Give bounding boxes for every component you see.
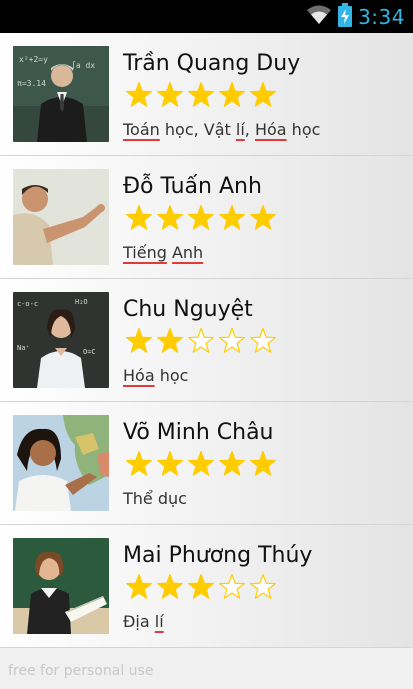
rating-stars	[125, 573, 277, 601]
rating-stars	[125, 327, 277, 355]
star-filled-icon	[126, 205, 152, 230]
star-filled-icon	[126, 82, 152, 107]
teacher-name: Đỗ Tuấn Anh	[123, 174, 262, 199]
star-filled-icon	[219, 82, 245, 107]
star-filled-icon	[157, 82, 183, 107]
subject-text-segment: Hóa	[254, 120, 287, 139]
star-filled-icon	[157, 205, 183, 230]
teacher-name: Võ Minh Châu	[123, 420, 274, 445]
subject-text-segment: học,	[159, 120, 204, 139]
status-bar: 3:34	[0, 0, 413, 33]
star-filled-icon	[188, 205, 214, 230]
teacher-row-2[interactable]: c-o-c H₂O Na⁺ O=C Chu Nguyệt Hóa học	[0, 279, 413, 402]
teacher-name: Trần Quang Duy	[123, 51, 301, 76]
subject-text-segment: Hóa	[123, 366, 155, 385]
star-empty-icon	[219, 574, 245, 599]
teacher-subjects: Toán học, Vật lí, Hóa học	[123, 120, 320, 139]
star-filled-icon	[250, 82, 276, 107]
teacher-name: Chu Nguyệt	[123, 297, 253, 322]
star-empty-icon	[188, 328, 214, 353]
teacher-photo: c-o-c H₂O Na⁺ O=C	[13, 292, 109, 388]
wifi-icon	[306, 4, 332, 30]
svg-text:Na⁺: Na⁺	[17, 344, 30, 352]
rating-stars	[125, 204, 277, 232]
subject-text-segment: Thể dục	[123, 489, 187, 508]
teacher-row-3[interactable]: Võ Minh Châu Thể dục	[0, 402, 413, 525]
teacher-list: x²+2=y ∫a dx π=3.14 Trần Quang Duy Toán …	[0, 33, 413, 648]
svg-text:c-o-c: c-o-c	[17, 300, 38, 308]
status-clock: 3:34	[358, 4, 405, 29]
star-filled-icon	[188, 451, 214, 476]
subject-text-segment: học	[154, 366, 189, 385]
star-filled-icon	[219, 205, 245, 230]
subject-text-segment: Tiếng	[123, 243, 167, 262]
subject-text-segment: lí	[154, 612, 164, 631]
battery-charging-icon	[338, 2, 353, 31]
star-empty-icon	[250, 574, 276, 599]
svg-text:H₂O: H₂O	[75, 298, 88, 306]
svg-text:x²+2=y: x²+2=y	[19, 55, 48, 64]
watermark-text: free for personal use	[8, 663, 154, 679]
teacher-photo: x²+2=y ∫a dx π=3.14	[13, 46, 109, 142]
subject-text-segment: lí	[235, 120, 245, 139]
teacher-subjects: Thể dục	[123, 489, 187, 508]
star-filled-icon	[157, 574, 183, 599]
subject-text-segment: ,	[244, 120, 255, 139]
star-filled-icon	[188, 574, 214, 599]
teacher-row-4[interactable]: Mai Phương Thúy Địa lí	[0, 525, 413, 648]
teacher-photo	[13, 169, 109, 265]
teacher-photo	[13, 415, 109, 511]
teacher-subjects: Địa lí	[123, 612, 164, 631]
svg-text:O=C: O=C	[83, 348, 96, 356]
subject-text-segment: Toán	[123, 120, 160, 139]
star-filled-icon	[126, 574, 152, 599]
teacher-name: Mai Phương Thúy	[123, 543, 313, 568]
star-filled-icon	[250, 205, 276, 230]
star-filled-icon	[250, 451, 276, 476]
subject-text-segment: Địa	[123, 612, 150, 631]
star-filled-icon	[126, 451, 152, 476]
star-empty-icon	[219, 328, 245, 353]
star-empty-icon	[250, 328, 276, 353]
teacher-photo	[13, 538, 109, 634]
star-filled-icon	[188, 82, 214, 107]
teacher-row-0[interactable]: x²+2=y ∫a dx π=3.14 Trần Quang Duy Toán …	[0, 33, 413, 156]
teacher-subjects: Tiếng Anh	[123, 243, 203, 262]
star-filled-icon	[157, 328, 183, 353]
star-filled-icon	[157, 451, 183, 476]
subject-text-segment: Anh	[171, 243, 204, 262]
star-filled-icon	[219, 451, 245, 476]
svg-text:∫a dx: ∫a dx	[71, 61, 95, 70]
subject-text-segment: Vật	[203, 120, 231, 139]
star-filled-icon	[126, 328, 152, 353]
teacher-subjects: Hóa học	[123, 366, 188, 385]
rating-stars	[125, 81, 277, 109]
rating-stars	[125, 450, 277, 478]
subject-text-segment: học	[286, 120, 321, 139]
teacher-row-1[interactable]: Đỗ Tuấn Anh Tiếng Anh	[0, 156, 413, 279]
svg-text:π=3.14: π=3.14	[17, 79, 46, 88]
